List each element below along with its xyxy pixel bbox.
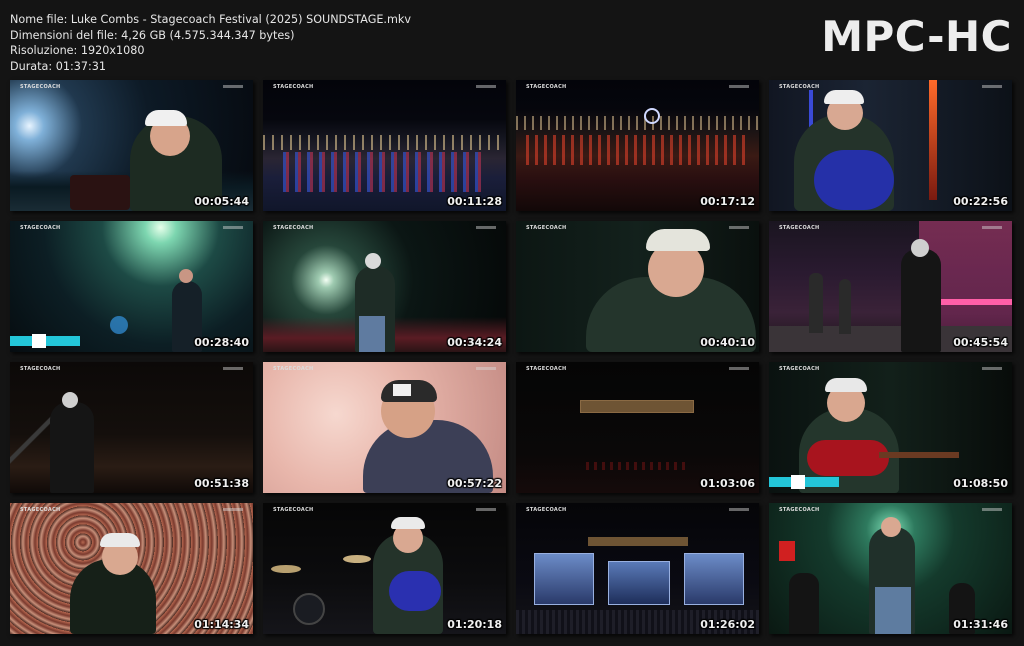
thumbnail[interactable]: STAGECOACH 01:31:46 xyxy=(769,503,1012,634)
thumbnail-timestamp: 00:11:28 xyxy=(447,195,502,208)
thumbnail-timestamp: 00:22:56 xyxy=(953,195,1008,208)
thumbnail[interactable]: STAGECOACH 00:34:24 xyxy=(263,221,506,352)
thumbnail-timestamp: 01:26:02 xyxy=(700,618,755,631)
thumbnail-timestamp: 01:14:34 xyxy=(194,618,249,631)
stagecoach-watermark: STAGECOACH xyxy=(20,225,61,231)
channel-tag xyxy=(476,85,496,88)
thumbnail-timestamp: 00:28:40 xyxy=(194,336,249,349)
channel-tag xyxy=(476,367,496,370)
thumbnail-timestamp: 01:20:18 xyxy=(447,618,502,631)
thumbnail-timestamp: 00:05:44 xyxy=(194,195,249,208)
stagecoach-watermark: STAGECOACH xyxy=(779,225,820,231)
file-duration: Durata: 01:37:31 xyxy=(10,59,106,73)
thumbnail-grid: STAGECOACH 00:05:44 STAGECOACH 00:11:28 … xyxy=(10,80,1012,636)
thumbnail[interactable]: STAGECOACH 01:08:50 xyxy=(769,362,1012,493)
channel-tag xyxy=(223,85,243,88)
thumbnail-timestamp: 00:34:24 xyxy=(447,336,502,349)
channel-tag xyxy=(476,508,496,511)
channel-tag xyxy=(729,367,749,370)
stagecoach-watermark: STAGECOACH xyxy=(273,366,314,372)
thumbnail[interactable]: STAGECOACH 00:05:44 xyxy=(10,80,253,211)
file-info-panel: Nome file: Luke Combs - Stagecoach Festi… xyxy=(10,12,411,74)
mpc-hc-logo: MPC-HC xyxy=(821,12,1012,61)
file-resolution: Risoluzione: 1920x1080 xyxy=(10,44,145,58)
thumbnail[interactable]: STAGECOACH 00:11:28 xyxy=(263,80,506,211)
channel-tag xyxy=(223,226,243,229)
stagecoach-watermark: STAGECOACH xyxy=(779,507,820,513)
stagecoach-watermark: STAGECOACH xyxy=(20,507,61,513)
stagecoach-watermark: STAGECOACH xyxy=(526,366,567,372)
thumbnail[interactable]: STAGECOACH 01:26:02 xyxy=(516,503,759,634)
thumbnail[interactable]: STAGECOACH 00:40:10 xyxy=(516,221,759,352)
thumbnail-timestamp: 00:17:12 xyxy=(700,195,755,208)
thumbnail-timestamp: 01:03:06 xyxy=(700,477,755,490)
stagecoach-watermark: STAGECOACH xyxy=(273,225,314,231)
thumbnail-timestamp: 01:08:50 xyxy=(953,477,1008,490)
stagecoach-watermark: STAGECOACH xyxy=(273,84,314,90)
stagecoach-watermark: STAGECOACH xyxy=(779,84,820,90)
thumbnail-timestamp: 00:57:22 xyxy=(447,477,502,490)
thumbnail[interactable]: STAGECOACH 00:17:12 xyxy=(516,80,759,211)
thumbnail-timestamp: 00:51:38 xyxy=(194,477,249,490)
thumbnail[interactable]: STAGECOACH 01:14:34 xyxy=(10,503,253,634)
thumbnail[interactable]: STAGECOACH 00:45:54 xyxy=(769,221,1012,352)
file-size: Dimensioni del file: 4,26 GB (4.575.344.… xyxy=(10,28,295,42)
thumbnail-timestamp: 00:45:54 xyxy=(953,336,1008,349)
channel-tag xyxy=(223,367,243,370)
thumbnail[interactable]: STAGECOACH 01:03:06 xyxy=(516,362,759,493)
thumbnail[interactable]: STAGECOACH 00:51:38 xyxy=(10,362,253,493)
channel-tag xyxy=(982,85,1002,88)
stagecoach-watermark: STAGECOACH xyxy=(20,366,61,372)
stagecoach-watermark: STAGECOACH xyxy=(273,507,314,513)
thumbnail[interactable]: STAGECOACH 00:22:56 xyxy=(769,80,1012,211)
channel-tag xyxy=(729,508,749,511)
thumbnail[interactable]: STAGECOACH 00:57:22 xyxy=(263,362,506,493)
file-name: Nome file: Luke Combs - Stagecoach Festi… xyxy=(10,13,411,26)
thumbnail[interactable]: STAGECOACH 00:28:40 xyxy=(10,221,253,352)
stagecoach-watermark: STAGECOACH xyxy=(779,366,820,372)
stagecoach-watermark: STAGECOACH xyxy=(20,84,61,90)
thumbnail[interactable]: STAGECOACH 01:20:18 xyxy=(263,503,506,634)
stagecoach-watermark: STAGECOACH xyxy=(526,507,567,513)
stagecoach-watermark: STAGECOACH xyxy=(526,84,567,90)
channel-tag xyxy=(982,367,1002,370)
channel-tag xyxy=(982,508,1002,511)
channel-tag xyxy=(729,226,749,229)
channel-tag xyxy=(476,226,496,229)
channel-tag xyxy=(729,85,749,88)
thumbnail-timestamp: 00:40:10 xyxy=(700,336,755,349)
channel-tag xyxy=(223,508,243,511)
channel-tag xyxy=(982,226,1002,229)
thumbnail-timestamp: 01:31:46 xyxy=(953,618,1008,631)
stagecoach-watermark: STAGECOACH xyxy=(526,225,567,231)
